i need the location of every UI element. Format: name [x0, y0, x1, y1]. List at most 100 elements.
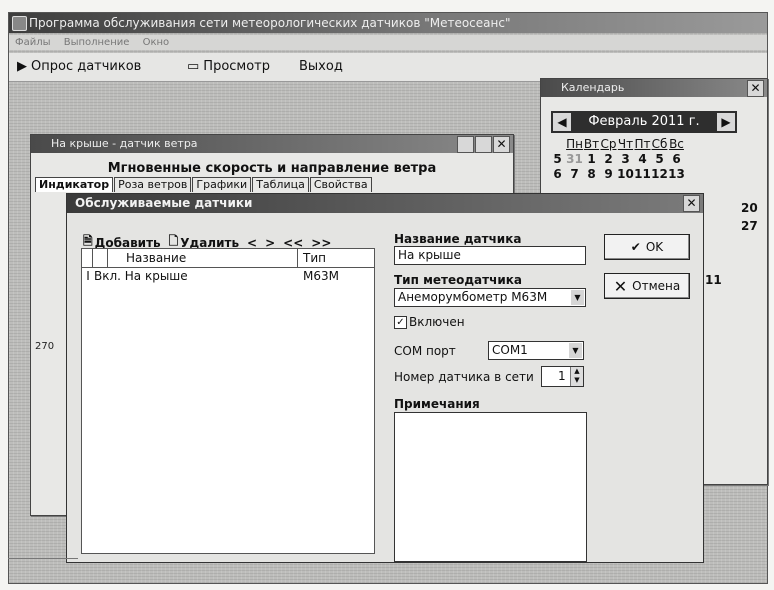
net-number-label: Номер датчика в сети [394, 370, 534, 384]
calendar-day[interactable]: 4 [634, 152, 651, 167]
calendar-day[interactable]: 12 [651, 167, 668, 182]
row-marker: I [86, 269, 90, 283]
port-label: COM порт [394, 344, 456, 358]
tab-table[interactable]: Таблица [252, 177, 309, 192]
close-icon[interactable]: ✕ [493, 136, 510, 153]
close-icon[interactable]: ✕ [683, 195, 700, 212]
calendar-day[interactable]: 7 [566, 167, 583, 182]
weekday-thu: Чт [617, 137, 634, 151]
cancel-label: Отмена [632, 279, 681, 293]
poll-sensors-label: Опрос датчиков [31, 59, 142, 74]
sensors-grid[interactable]: Название Тип I Вкл. На крыше М63М [81, 248, 375, 554]
calendar-day[interactable]: 11 [705, 273, 722, 287]
column-header-type[interactable]: Тип [299, 249, 373, 267]
calendar-day[interactable]: 13 [668, 167, 685, 182]
calendar-day[interactable]: 20 [741, 201, 758, 215]
type-label: Тип метеодатчика [394, 273, 522, 287]
calendar-day[interactable]: 2 [600, 152, 617, 167]
exit-label: Выход [299, 59, 343, 74]
grid-state-col [93, 249, 108, 267]
column-header-name[interactable]: Название [108, 249, 298, 267]
close-icon[interactable]: ✕ [747, 80, 764, 97]
weekday-sun: Вс [669, 137, 684, 151]
divider [8, 558, 78, 559]
sensor-name-field[interactable]: На крыше [394, 246, 586, 265]
weekday-mon: Пн [566, 137, 583, 151]
calendar-day[interactable]: 9 [600, 167, 617, 182]
weekday-sat: Сб [651, 137, 668, 151]
calendar-day[interactable]: 6 [668, 152, 685, 167]
wind-tabs: Индикатор Роза ветров Графики Таблица Св… [35, 177, 373, 192]
dialog-titlebar: Обслуживаемые датчики ✕ [67, 194, 703, 213]
tab-wind-rose[interactable]: Роза ветров [114, 177, 192, 192]
calendar-weekdays: Пн Вт Ср Чт Пт Сб Вс [549, 137, 759, 152]
com-port-value: COM1 [492, 343, 528, 357]
calendar-day[interactable]: 5 [651, 152, 668, 167]
calendar-title: Календарь [561, 81, 625, 94]
ok-button[interactable]: ✔ OK [604, 234, 690, 260]
wind-heading: Мгновенные скорость и направление ветра [107, 161, 437, 176]
app-icon [12, 16, 27, 31]
calendar-day[interactable]: 8 [583, 167, 600, 182]
wind-window-titlebar: На крыше - датчик ветра ✕ [31, 135, 513, 153]
minimize-icon[interactable] [457, 136, 474, 153]
menu-run[interactable]: Выполнение [64, 37, 130, 48]
exit-button[interactable]: Выход [299, 59, 343, 74]
dialog-title: Обслуживаемые датчики [75, 196, 253, 210]
grid-header: Название Тип [82, 249, 374, 268]
menu-window[interactable]: Окно [143, 37, 170, 48]
menubar: Файлы Выполнение Окно [9, 35, 767, 50]
stepper-arrows-icon[interactable]: ▲ ▼ [570, 367, 583, 386]
enabled-label: Включен [409, 315, 465, 329]
wind-window-title: На крыше - датчик ветра [51, 137, 198, 150]
calendar-month-label: Февраль 2011 г. [588, 114, 700, 129]
chevron-down-icon[interactable]: ▼ [571, 290, 584, 305]
next-month-icon[interactable]: ▶ [717, 113, 735, 131]
poll-sensors-button[interactable]: ▶ Опрос датчиков [17, 59, 141, 74]
view-icon: ▭ [187, 59, 200, 74]
calendar-day[interactable]: 10 [617, 167, 634, 182]
weekday-wed: Ср [600, 137, 617, 151]
tab-properties[interactable]: Свойства [309, 177, 372, 192]
check-icon: ✓ [394, 315, 407, 329]
sensors-dialog: Обслуживаемые датчики ✕ 🗎 Добавить 🗋 Уда… [66, 193, 704, 563]
calendar-day[interactable]: 11 [634, 167, 651, 182]
maximize-icon[interactable] [475, 136, 492, 153]
notes-textarea[interactable] [394, 412, 587, 562]
ok-label: OK [645, 240, 664, 254]
net-number-value: 1 [558, 369, 566, 383]
play-icon: ▶ [17, 59, 27, 74]
weekday-fri: Пт [634, 137, 651, 151]
menu-files[interactable]: Файлы [15, 37, 51, 48]
sensor-type-select[interactable]: Анеморумбометр М63М ▼ [394, 288, 586, 307]
row-type[interactable]: М63М [303, 268, 339, 285]
calendar-month-bar: ◀ Февраль 2011 г. ▶ [551, 111, 737, 133]
week-number: 5 [553, 152, 562, 166]
tab-graphs[interactable]: Графики [192, 177, 252, 192]
tab-indicator[interactable]: Индикатор [35, 177, 114, 192]
calendar-day[interactable]: 31 [566, 152, 583, 167]
cancel-button[interactable]: ✕ Отмена [604, 273, 690, 299]
sensor-type-value: Анеморумбометр М63М [398, 290, 548, 304]
enabled-checkbox[interactable]: ✓ Включен [394, 315, 465, 329]
notes-label: Примечания [394, 397, 480, 411]
calendar-titlebar: Календарь ✕ [541, 79, 767, 97]
close-icon: ✕ [613, 276, 628, 296]
chevron-down-icon[interactable]: ▼ [569, 343, 582, 358]
view-button[interactable]: ▭ Просмотр [187, 59, 270, 74]
com-port-select[interactable]: COM1 ▼ [488, 341, 584, 360]
calendar-day[interactable]: 3 [617, 152, 634, 167]
calendar-day[interactable]: 27 [741, 219, 758, 233]
view-label: Просмотр [203, 59, 271, 74]
net-number-stepper[interactable]: 1 ▲ ▼ [541, 366, 584, 387]
row-name[interactable]: Вкл. На крыше [94, 268, 188, 285]
name-label: Название датчика [394, 232, 522, 246]
calendar-spacer [549, 137, 566, 152]
week-number: 6 [553, 167, 562, 181]
table-row[interactable]: I Вкл. На крыше М63М [82, 268, 374, 285]
weekday-tue: Вт [583, 137, 600, 151]
app-title: Программа обслуживания сети метеорологич… [29, 16, 511, 30]
prev-month-icon[interactable]: ◀ [553, 113, 571, 131]
check-icon: ✔ [630, 240, 641, 254]
calendar-day[interactable]: 1 [583, 152, 600, 167]
